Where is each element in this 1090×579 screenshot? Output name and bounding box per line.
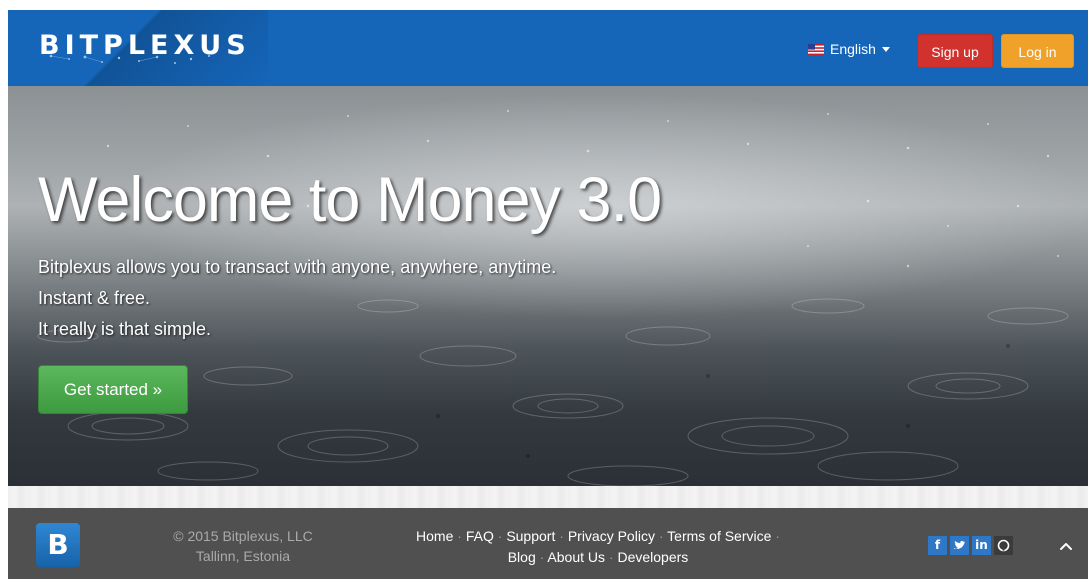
brand-dots-decoration bbox=[49, 54, 210, 64]
footer-copyright: © 2015 Bitplexus, LLC Tallinn, Estonia bbox=[158, 526, 328, 566]
footer-link-support[interactable]: Support bbox=[506, 528, 555, 544]
hero-line-3: It really is that simple. bbox=[38, 319, 212, 339]
footer-link-blog[interactable]: Blog bbox=[508, 549, 536, 565]
footer-link-home[interactable]: Home bbox=[416, 528, 453, 544]
hero-title: Welcome to Money 3.0 bbox=[38, 165, 662, 235]
facebook-icon[interactable]: f bbox=[928, 536, 947, 555]
chevron-up-icon[interactable] bbox=[1056, 536, 1076, 556]
us-flag-icon bbox=[808, 43, 824, 55]
content-separator bbox=[8, 486, 1088, 508]
login-button[interactable]: Log in bbox=[1001, 34, 1074, 68]
copyright-text: © 2015 Bitplexus, LLC bbox=[173, 528, 313, 544]
page: BITPLEXUS English Sign up Log in Welcome… bbox=[8, 10, 1088, 579]
caret-down-icon bbox=[881, 46, 890, 52]
signup-button[interactable]: Sign up bbox=[917, 34, 993, 68]
location-text: Tallinn, Estonia bbox=[195, 548, 291, 564]
navbar: BITPLEXUS English Sign up Log in bbox=[8, 10, 1088, 86]
language-selector[interactable]: English bbox=[808, 38, 890, 60]
footer-link-faq[interactable]: FAQ bbox=[466, 528, 494, 544]
footer-links-row-1: Home · FAQ · Support · Privacy Policy · … bbox=[416, 528, 780, 544]
hero-description: Bitplexus allows you to transact with an… bbox=[38, 252, 556, 345]
footer-links-row-2: Blog · About Us · Developers bbox=[507, 549, 689, 565]
get-started-button[interactable]: Get started » bbox=[38, 365, 188, 414]
language-label: English bbox=[830, 41, 876, 57]
footer: B © 2015 Bitplexus, LLC Tallinn, Estonia… bbox=[8, 508, 1088, 579]
twitter-icon[interactable] bbox=[950, 536, 969, 555]
social-links: f in bbox=[928, 536, 1013, 555]
footer-link-privacy-policy[interactable]: Privacy Policy bbox=[568, 528, 655, 544]
footer-links: Home · FAQ · Support · Privacy Policy · … bbox=[388, 526, 808, 568]
github-icon[interactable] bbox=[994, 536, 1013, 555]
hero-line-1: Bitplexus allows you to transact with an… bbox=[38, 257, 557, 277]
hero-section: Welcome to Money 3.0 Bitplexus allows yo… bbox=[8, 86, 1088, 486]
footer-link-terms-of-service[interactable]: Terms of Service bbox=[667, 528, 771, 544]
hero-line-2: Instant & free. bbox=[38, 288, 151, 308]
footer-logo[interactable]: B bbox=[36, 523, 80, 567]
linkedin-icon[interactable]: in bbox=[972, 536, 991, 555]
footer-link-developers[interactable]: Developers bbox=[617, 549, 688, 565]
footer-link-about-us[interactable]: About Us bbox=[547, 549, 605, 565]
